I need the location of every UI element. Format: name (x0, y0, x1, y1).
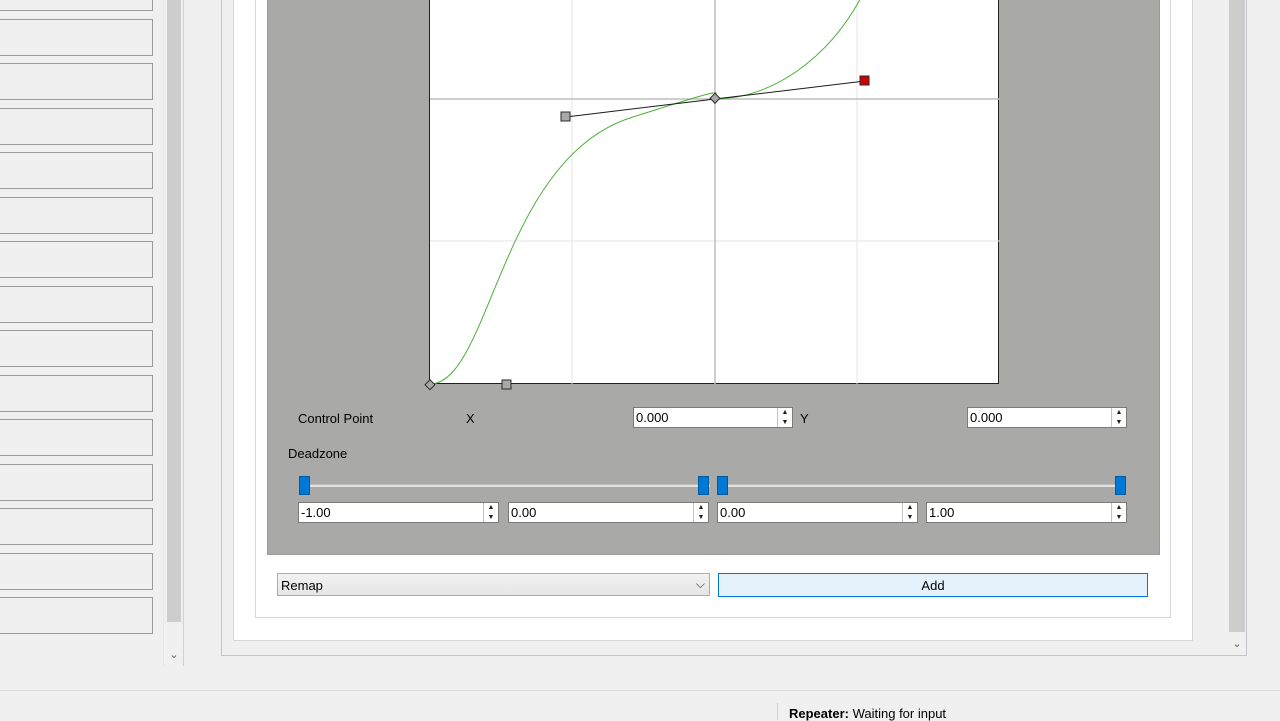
list-item[interactable] (0, 241, 153, 278)
list-item[interactable] (0, 63, 153, 100)
response-curve-graph[interactable] (424, 0, 1002, 392)
list-item[interactable] (0, 508, 153, 545)
tangent-handle-left[interactable] (560, 111, 571, 122)
left-scrollbar[interactable]: ⌄ (163, 0, 184, 666)
list-item[interactable] (0, 152, 153, 189)
tangent-line-right (714, 80, 866, 100)
deadzone-high-slider-track[interactable] (718, 484, 1125, 487)
right-scrollbar-thumb[interactable] (1229, 0, 1245, 632)
deadzone-spinbox-4[interactable]: ▲ ▼ (926, 502, 1127, 523)
spin-down-icon[interactable]: ▼ (694, 513, 708, 522)
control-point-y-input[interactable] (968, 408, 1111, 427)
control-point-x-input[interactable] (634, 408, 777, 427)
status-message: Repeater: Waiting for input (789, 706, 946, 721)
spin-down-icon[interactable]: ▼ (1112, 418, 1126, 427)
x-label: X (466, 411, 475, 426)
deadzone-low-min-handle[interactable] (299, 476, 310, 495)
deadzone-high-min-handle[interactable] (717, 476, 728, 495)
list-item[interactable] (0, 419, 153, 456)
tangent-handle-right[interactable] (859, 75, 870, 86)
spin-down-icon[interactable]: ▼ (484, 513, 498, 522)
list-item[interactable] (0, 552, 153, 590)
list-item[interactable] (0, 463, 153, 501)
spin-up-icon[interactable]: ▲ (778, 408, 792, 417)
deadzone-input-1[interactable] (299, 503, 483, 522)
chevron-down-icon: ⌵ (695, 577, 705, 591)
status-separator (777, 703, 778, 720)
list-item[interactable] (0, 374, 153, 412)
tangent-handle-start[interactable] (501, 379, 512, 390)
response-curve-canvas[interactable] (424, 0, 1000, 391)
spin-up-icon[interactable]: ▲ (1112, 503, 1126, 512)
list-item[interactable] (0, 597, 153, 634)
spin-up-icon[interactable]: ▲ (484, 503, 498, 512)
list-item[interactable] (0, 0, 153, 11)
right-scrollbar[interactable]: ⌄ (1228, 0, 1246, 655)
y-label: Y (800, 411, 809, 426)
response-curve (429, 0, 861, 385)
status-bar (0, 690, 1280, 720)
deadzone-spinbox-3[interactable]: ▲ ▼ (717, 502, 918, 523)
action-type-value: Remap (281, 578, 323, 593)
deadzone-low-slider-track[interactable] (303, 484, 710, 487)
control-point-label: Control Point (298, 411, 374, 426)
deadzone-input-2[interactable] (509, 503, 693, 522)
control-point-x-spinbox[interactable]: ▲ ▼ (633, 407, 793, 428)
deadzone-high-max-handle[interactable] (1115, 476, 1126, 495)
deadzone-spinbox-2[interactable]: ▲ ▼ (508, 502, 709, 523)
add-button[interactable]: Add (718, 573, 1148, 597)
deadzone-spinbox-1[interactable]: ▲ ▼ (298, 502, 499, 523)
list-item[interactable] (0, 285, 153, 323)
scroll-down-icon[interactable]: ⌄ (164, 646, 184, 664)
spin-up-icon[interactable]: ▲ (1112, 408, 1126, 417)
spin-down-icon[interactable]: ▼ (903, 513, 917, 522)
list-item[interactable] (0, 107, 153, 145)
list-item[interactable] (0, 330, 153, 367)
deadzone-input-3[interactable] (718, 503, 902, 522)
deadzone-label: Deadzone (288, 446, 348, 461)
control-point-center[interactable] (709, 92, 721, 104)
status-detail: Waiting for input (852, 706, 947, 721)
control-point-y-spinbox[interactable]: ▲ ▼ (967, 407, 1127, 428)
left-scrollbar-thumb[interactable] (167, 0, 181, 622)
deadzone-low-max-handle[interactable] (698, 476, 709, 495)
spin-up-icon[interactable]: ▲ (694, 503, 708, 512)
scroll-down-icon[interactable]: ⌄ (1228, 635, 1246, 653)
action-type-dropdown[interactable]: Remap ⌵ (277, 573, 710, 596)
action-list (0, 0, 163, 665)
deadzone-input-4[interactable] (927, 503, 1111, 522)
spin-down-icon[interactable]: ▼ (1112, 513, 1126, 522)
status-source: Repeater: (789, 706, 849, 721)
spin-down-icon[interactable]: ▼ (778, 418, 792, 427)
list-item[interactable] (0, 18, 153, 56)
list-item[interactable] (0, 196, 153, 234)
spin-up-icon[interactable]: ▲ (903, 503, 917, 512)
